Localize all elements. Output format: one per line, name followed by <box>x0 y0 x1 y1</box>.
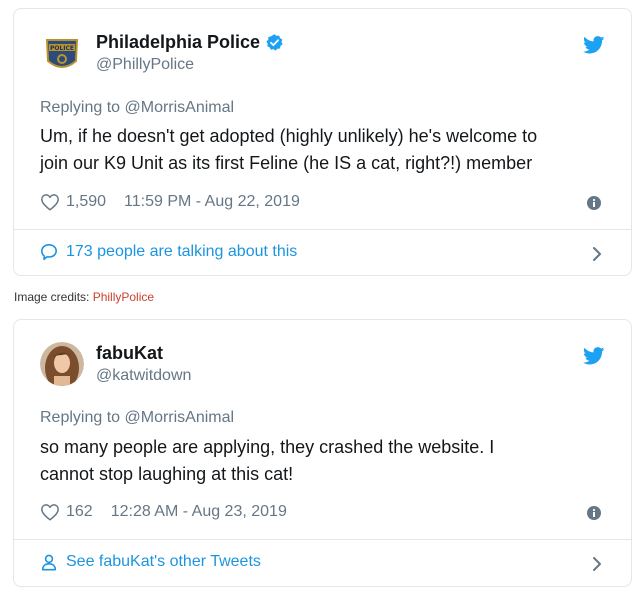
tweet-card-philly-police[interactable]: POLICE Philadelphia Police @PhillyPolice… <box>13 8 632 276</box>
replying-to[interactable]: Replying to @MorrisAnimal <box>40 99 234 117</box>
card-divider <box>14 229 631 230</box>
image-credits: Image credits: PhillyPolice <box>14 290 154 304</box>
tweet-card-fabukat[interactable]: fabuKat @katwitdown Replying to @MorrisA… <box>13 319 632 587</box>
tweet-text-line: cannot stop laughing at this cat! <box>40 464 294 484</box>
like-count: 162 <box>66 503 93 520</box>
tweet-text-line: join our K9 Unit as its first Feline (he… <box>40 153 533 173</box>
other-tweets-link-text: See fabuKat's other Tweets <box>66 553 261 570</box>
verified-badge-icon <box>266 34 283 51</box>
conversation-link[interactable]: 173 people are talking about this <box>40 243 297 261</box>
author-name-row: Philadelphia Police <box>96 32 284 53</box>
tweet-meta: 1,590 11:59 PM - Aug 22, 2019 <box>40 193 300 211</box>
image-credits-label: Image credits: <box>14 290 93 304</box>
other-tweets-link[interactable]: See fabuKat's other Tweets <box>40 553 261 571</box>
author-display-name: Philadelphia Police <box>96 32 261 52</box>
replying-to[interactable]: Replying to @MorrisAnimal <box>40 409 234 427</box>
twitter-bird-icon[interactable] <box>583 347 605 365</box>
tweet-meta: 162 12:28 AM - Aug 23, 2019 <box>40 503 287 521</box>
author-name-row: fabuKat <box>96 343 191 364</box>
tweet-text: so many people are applying, they crashe… <box>40 434 600 488</box>
card-divider <box>14 539 631 540</box>
tweet-author[interactable]: Philadelphia Police @PhillyPolice <box>96 32 284 74</box>
tweet-text-line: Um, if he doesn't get adopted (highly un… <box>40 126 538 146</box>
heart-icon[interactable] <box>40 503 60 521</box>
tweet-timestamp[interactable]: 12:28 AM - Aug 23, 2019 <box>111 503 287 521</box>
conversation-link-text: 173 people are talking about this <box>66 243 298 260</box>
tweet-author[interactable]: fabuKat @katwitdown <box>96 343 191 385</box>
tweet-header: fabuKat @katwitdown <box>40 342 191 386</box>
person-icon <box>41 554 57 571</box>
tweet-text-line: so many people are applying, they crashe… <box>40 437 495 457</box>
speech-bubble-icon <box>40 243 58 261</box>
info-icon[interactable] <box>587 506 601 520</box>
svg-text:POLICE: POLICE <box>50 45 74 52</box>
author-display-name: fabuKat <box>96 343 163 363</box>
chevron-right-icon[interactable] <box>591 246 603 262</box>
chevron-right-icon[interactable] <box>591 556 603 572</box>
police-badge-icon[interactable]: POLICE <box>40 31 84 75</box>
tweet-timestamp[interactable]: 11:59 PM - Aug 22, 2019 <box>124 193 300 211</box>
user-avatar[interactable] <box>40 342 84 386</box>
image-credits-source-link[interactable]: PhillyPolice <box>93 290 154 304</box>
like-count: 1,590 <box>66 193 107 210</box>
tweet-text: Um, if he doesn't get adopted (highly un… <box>40 123 600 177</box>
info-icon[interactable] <box>587 196 601 210</box>
tweet-header: POLICE Philadelphia Police @PhillyPolice <box>40 31 284 75</box>
author-handle: @katwitdown <box>96 367 192 384</box>
heart-icon[interactable] <box>40 193 60 211</box>
twitter-bird-icon[interactable] <box>583 36 605 54</box>
author-handle: @PhillyPolice <box>96 56 195 73</box>
